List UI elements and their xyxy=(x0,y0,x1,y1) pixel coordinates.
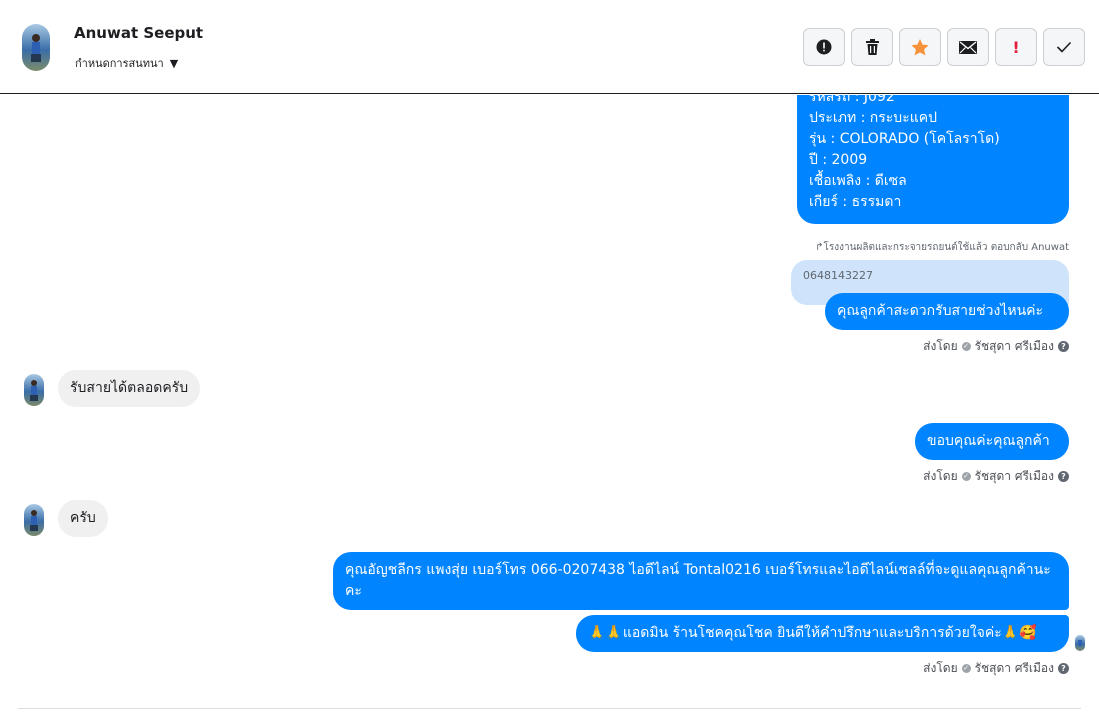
sender-name[interactable]: รัชสุดา ศรีเมือง xyxy=(975,659,1054,678)
help-icon[interactable]: ? xyxy=(1058,471,1069,482)
star-icon xyxy=(911,38,929,55)
star-button[interactable] xyxy=(899,28,941,66)
sent-by-label: ส่งโดย xyxy=(923,339,958,353)
delete-button[interactable] xyxy=(851,28,893,66)
sent-by-meta: ส่งโดย ✓ รัชสุดา ศรีเมือง ? xyxy=(923,659,1069,678)
alert-circle-icon xyxy=(816,39,832,55)
verified-icon: ✓ xyxy=(961,472,971,481)
check-icon xyxy=(1056,41,1072,53)
sent-by-label: ส่งโดย xyxy=(923,469,958,483)
message-thread[interactable]: รหัสรถ : J092 ประเภท : กระบะแคป รุ่น : C… xyxy=(0,95,1099,712)
message-text: ครับ xyxy=(70,510,96,526)
assign-label: กำหนดการสนทนา xyxy=(75,57,164,70)
incoming-message[interactable]: ครับ xyxy=(58,500,108,537)
car-type-line: ประเภท : กระบะแคป xyxy=(809,110,937,126)
car-model-line: รุ่น : COLORADO (โคโลราโด) xyxy=(809,131,1000,147)
outgoing-message[interactable]: คุณลูกค้าสะดวกรับสายช่วงไหนค่ะ xyxy=(825,293,1069,330)
sender-name[interactable]: รัชสุดา ศรีเมือง xyxy=(975,467,1054,486)
reply-context: ↱โรงงานผลิตและกระจายรถยนต์ใช้แล้ว ตอบกลั… xyxy=(815,242,1069,253)
car-code-line: รหัสรถ : J092 xyxy=(809,95,895,105)
outgoing-message[interactable]: 🙏🙏แอดมิน ร้านโชคคุณโชค ยินดีให้คำปรึกษาแ… xyxy=(576,615,1069,652)
message-text: ขอบคุณค่ะคุณลูกค้า xyxy=(927,433,1050,449)
message-text: คุณลูกค้าสะดวกรับสายช่วงไหนค่ะ xyxy=(837,303,1044,319)
composer-divider xyxy=(18,708,1081,709)
outgoing-message[interactable]: ขอบคุณค่ะคุณลูกค้า xyxy=(915,423,1069,460)
message-text: 🙏🙏แอดมิน ร้านโชคคุณโชค ยินดีให้คำปรึกษาแ… xyxy=(588,625,1037,641)
caret-down-icon: ▼ xyxy=(169,56,179,70)
trash-icon xyxy=(865,39,879,55)
outgoing-message[interactable]: คุณอัญชลีกร แพงสุ่ย เบอร์โทร 066-0207438… xyxy=(333,552,1069,610)
exclamation-icon: ! xyxy=(1012,37,1020,57)
follow-up-button[interactable]: ! xyxy=(995,28,1037,66)
help-icon[interactable]: ? xyxy=(1058,663,1069,674)
car-year-line: ปี : 2009 xyxy=(809,152,868,168)
car-info-message[interactable]: รหัสรถ : J092 ประเภท : กระบะแคป รุ่น : C… xyxy=(797,95,1069,224)
sent-by-meta: ส่งโดย ✓ รัชสุดา ศรีเมือง ? xyxy=(923,467,1069,486)
sent-by-label: ส่งโดย xyxy=(923,661,958,675)
incoming-message[interactable]: รับสายได้ตลอดครับ xyxy=(58,370,201,407)
avatar xyxy=(24,374,44,406)
action-toolbar: ! xyxy=(803,28,1085,66)
seen-avatar xyxy=(1075,635,1085,651)
mark-spam-button[interactable] xyxy=(803,28,845,66)
message-text: คุณอัญชลีกร แพงสุ่ย เบอร์โทร 066-0207438… xyxy=(345,562,1051,599)
car-gear-line: เกียร์ : ธรรมดา xyxy=(809,194,902,210)
conversation-header: Anuwat Seeput กำหนดการสนทนา ▼ ! xyxy=(0,0,1099,94)
contact-name[interactable]: Anuwat Seeput xyxy=(74,24,203,42)
avatar xyxy=(24,504,44,536)
mark-unread-button[interactable] xyxy=(947,28,989,66)
avatar[interactable] xyxy=(22,24,50,71)
message-text: รับสายได้ตลอดครับ xyxy=(70,380,189,396)
assign-conversation-dropdown[interactable]: กำหนดการสนทนา ▼ xyxy=(75,54,178,72)
sender-name[interactable]: รัชสุดา ศรีเมือง xyxy=(975,337,1054,356)
sent-by-meta: ส่งโดย ✓ รัชสุดา ศรีเมือง ? xyxy=(923,337,1069,356)
car-fuel-line: เชื้อเพลิง : ดีเซล xyxy=(809,173,907,189)
mark-done-button[interactable] xyxy=(1043,28,1085,66)
mail-icon xyxy=(959,40,977,54)
verified-icon: ✓ xyxy=(961,342,971,351)
help-icon[interactable]: ? xyxy=(1058,341,1069,352)
verified-icon: ✓ xyxy=(961,664,971,673)
